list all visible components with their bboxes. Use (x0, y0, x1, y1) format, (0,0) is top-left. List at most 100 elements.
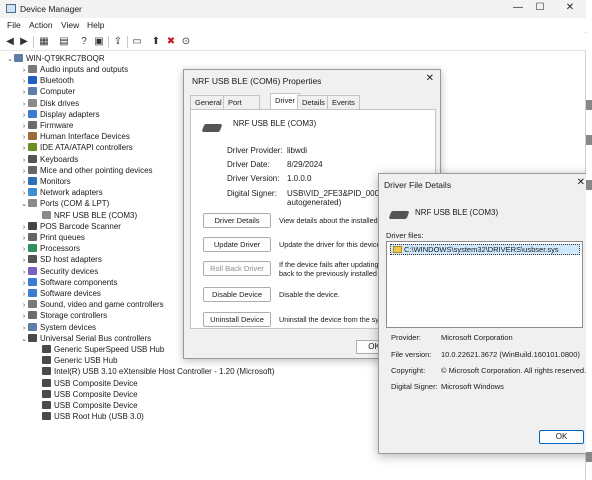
update-driver-icon[interactable]: ⇪ (112, 36, 124, 48)
tree-category[interactable]: ⌄ Universal Serial Bus controllers (20, 333, 151, 344)
tree-device-item[interactable]: Generic SuperSpeed USB Hub (34, 344, 164, 355)
device-category-icon (42, 401, 51, 409)
menu-help[interactable]: Help (87, 20, 104, 30)
tree-category[interactable]: › Print queues (20, 232, 85, 243)
device-category-icon (28, 188, 37, 197)
driver-file-details-ok-button[interactable]: OK (539, 430, 584, 444)
uninstall-icon[interactable]: ✖ (165, 36, 177, 48)
device-category-icon (42, 345, 51, 353)
tree-device-item[interactable]: USB Composite Device (34, 400, 138, 411)
tree-category[interactable]: › System devices (20, 322, 96, 333)
device-category-icon (28, 76, 37, 85)
device-category-icon (28, 165, 37, 174)
device-category-icon (28, 311, 37, 320)
tree-category[interactable]: › IDE ATA/ATAPI controllers (20, 142, 133, 153)
minimize-button[interactable]: — (510, 2, 526, 13)
back-icon[interactable]: ◀ (4, 36, 16, 48)
device-category-icon (42, 378, 51, 387)
tab-port-settings[interactable]: Port Settings (223, 95, 261, 120)
disable-device-button[interactable]: Disable Device (203, 287, 271, 302)
tab-details[interactable]: Details (297, 95, 330, 109)
device-category-icon (28, 177, 37, 185)
device-category-icon (28, 199, 37, 208)
tree-device-item[interactable]: USB Root Hub (USB 3.0) (34, 411, 144, 422)
tree-category[interactable]: › SD host adapters (20, 254, 102, 265)
view-icon[interactable]: ▣ (93, 36, 105, 48)
properties-title: NRF USB BLE (COM6) Properties (192, 76, 322, 86)
tree-category[interactable]: › Sound, video and game controllers (20, 299, 164, 310)
tree-category[interactable]: ⌄ Ports (COM & LPT) (20, 198, 109, 209)
tree-device-item[interactable]: USB Composite Device (34, 378, 138, 389)
device-category-icon (28, 65, 37, 73)
roll-back-driver-desc: If the device fails after updating th ba… (279, 260, 387, 278)
driver-details-button[interactable]: Driver Details (203, 213, 271, 228)
driver-details-desc: View details about the installed dri (279, 216, 388, 225)
menu-view[interactable]: View (61, 20, 79, 30)
toolbar: ◀ ▶ ▦ ▤ ? ▣ ⇪ ▭ ⬆ ✖ ⊙ (0, 33, 586, 51)
tab-events[interactable]: Events (327, 95, 360, 109)
tree-category[interactable]: › Software devices (20, 288, 101, 299)
tree-category[interactable]: › Audio inputs and outputs (20, 64, 128, 75)
device-category-icon (42, 367, 51, 376)
tree-category[interactable]: › Network adapters (20, 187, 103, 198)
tree-category[interactable]: › POS Barcode Scanner (20, 221, 121, 232)
driver-files-list[interactable]: C:\WINDOWS\system32\DRIVERS\usbser.sys (386, 241, 583, 328)
tree-category[interactable]: › Computer (20, 86, 75, 97)
provider-value: Microsoft Corporation (441, 333, 513, 342)
title-bar[interactable]: Device Manager — ☐ ✕ (0, 0, 586, 18)
driver-file-item[interactable]: C:\WINDOWS\system32\DRIVERS\usbser.sys (390, 244, 580, 255)
driver-file-details-close-button[interactable]: ✕ (577, 177, 585, 188)
tree-category[interactable]: › Keyboards (20, 154, 78, 165)
driver-version-value: 1.0.0.0 (287, 174, 312, 183)
expand-icon[interactable]: ⌄ (20, 334, 28, 345)
help-icon[interactable]: ? (78, 36, 90, 48)
tree-category[interactable]: › Software components (20, 277, 117, 288)
tree-category[interactable]: › Processors (20, 243, 80, 254)
tree-category[interactable]: › Disk drives (20, 98, 79, 109)
maximize-button[interactable]: ☐ (532, 2, 548, 13)
scan-hardware-icon[interactable]: ▭ (131, 36, 143, 48)
disable-device-desc: Disable the device. (279, 290, 340, 299)
update-driver-desc: Update the driver for this device. (279, 240, 383, 249)
update-driver-button[interactable]: Update Driver (203, 237, 271, 252)
driver-date-value: 8/29/2024 (287, 160, 323, 169)
tree-category[interactable]: › Security devices (20, 266, 98, 277)
tab-driver[interactable]: Driver (270, 93, 300, 109)
device-icon (388, 211, 410, 219)
device-category-icon (28, 221, 37, 230)
device-category-icon (28, 255, 37, 264)
forward-icon[interactable]: ▶ (18, 36, 30, 48)
tree-category[interactable]: › Display adapters (20, 109, 100, 120)
copyright-value: © Microsoft Corporation. All rights rese… (441, 366, 587, 375)
expand-icon[interactable]: ⌄ (20, 199, 28, 210)
window-title: Device Manager (20, 4, 82, 14)
disable-icon[interactable]: ⊙ (180, 36, 192, 48)
driver-files-label: Driver files: (386, 231, 424, 240)
tree-device-item[interactable]: Generic USB Hub (34, 355, 118, 366)
digital-signer-value-cont: autogenerated) (287, 198, 342, 207)
device-name: NRF USB BLE (COM3) (233, 119, 317, 128)
tree-root[interactable]: ⌄ WIN-QT9KRC7BOQR (6, 53, 105, 64)
driver-provider-value: libwdi (287, 146, 308, 155)
tree-category[interactable]: › Mice and other pointing devices (20, 165, 153, 176)
roll-back-driver-button[interactable]: Roll Back Driver (203, 261, 271, 276)
tree-category[interactable]: › Human Interface Devices (20, 131, 130, 142)
uninstall-device-button[interactable]: Uninstall Device (203, 312, 271, 327)
tree-device-item[interactable]: USB Composite Device (34, 389, 138, 400)
tab-general[interactable]: General (190, 95, 227, 109)
tree-category[interactable]: › Monitors (20, 176, 71, 187)
tree-device-item[interactable]: Intel(R) USB 3.10 eXtensible Host Contro… (34, 366, 275, 377)
add-device-icon[interactable]: ⬆ (150, 36, 162, 48)
file-icon (393, 246, 402, 253)
close-button[interactable]: ✕ (562, 2, 578, 13)
menu-file[interactable]: File (7, 20, 21, 30)
tree-category[interactable]: › Firmware (20, 120, 73, 131)
properties-icon[interactable]: ▦ (38, 36, 50, 48)
show-hidden-icon[interactable]: ▤ (58, 36, 70, 48)
tree-category[interactable]: › Bluetooth (20, 75, 74, 86)
properties-close-button[interactable]: ✕ (426, 73, 434, 84)
tree-device-item[interactable]: NRF USB BLE (COM3) (34, 210, 137, 221)
device-icon (201, 124, 223, 132)
tree-category[interactable]: › Storage controllers (20, 310, 107, 321)
menu-action[interactable]: Action (29, 20, 53, 30)
